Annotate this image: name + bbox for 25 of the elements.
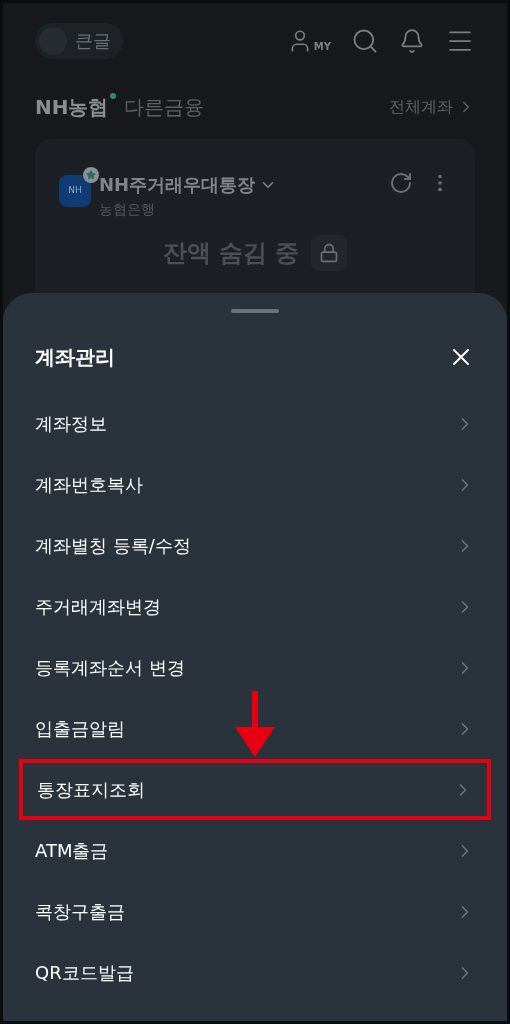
menu-item[interactable]: 통장표지조회	[19, 759, 491, 820]
bell-icon[interactable]	[399, 28, 425, 54]
bank-name: 농협은행	[99, 200, 156, 219]
lock-button[interactable]	[311, 235, 348, 271]
sheet-title: 계좌관리	[35, 344, 115, 371]
menu-item[interactable]: 입출금알림	[3, 698, 507, 759]
menu-item[interactable]: ATM출금	[3, 820, 507, 881]
menu-item[interactable]: QR코드발급	[3, 942, 507, 1003]
search-icon[interactable]	[351, 27, 379, 55]
refresh-icon[interactable]	[389, 171, 413, 195]
menu-item[interactable]: 계좌정보	[3, 393, 507, 454]
drag-handle[interactable]	[231, 309, 279, 313]
account-tab[interactable]: NH농협	[35, 95, 109, 119]
menu-item[interactable]: 계좌별칭 등록/수정	[3, 515, 507, 576]
lock-icon	[319, 243, 340, 263]
down-arrow-drawing	[235, 691, 275, 757]
menu-item[interactable]: 등록계좌순서 변경	[3, 637, 507, 698]
menu-item[interactable]: 콕창구출금	[3, 881, 507, 942]
toggle-label: 큰글	[75, 29, 111, 53]
menu-item[interactable]: 주거래계좌변경	[3, 576, 507, 637]
account-dropdown[interactable]: NH주거래우대통장	[99, 171, 278, 199]
my-label: MY	[313, 40, 331, 54]
my-button[interactable]: MY	[286, 28, 331, 54]
menu-item[interactable]: 계좌번호복사	[3, 454, 507, 515]
star-icon	[83, 167, 99, 183]
